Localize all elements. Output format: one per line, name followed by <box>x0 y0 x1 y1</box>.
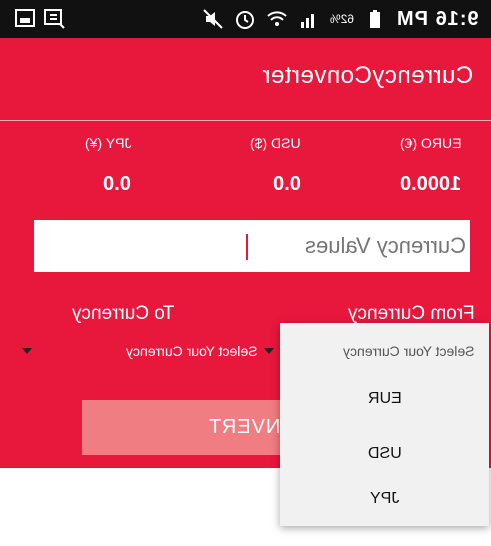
to-currency-spinner[interactable]: Select Your Currency <box>22 339 258 365</box>
alarm-icon <box>234 8 256 30</box>
to-currency-label: To Currency <box>72 303 175 324</box>
dropdown-option-jpy[interactable]: JPY <box>280 477 489 521</box>
dropdown-arrow-icon <box>22 348 32 354</box>
mute-icon <box>202 8 224 30</box>
wifi-icon <box>266 8 288 30</box>
battery-percent: 62% <box>330 12 355 26</box>
signal-icon <box>298 8 320 30</box>
usd-value: 0.0 <box>273 173 301 195</box>
currency-value-input-box[interactable] <box>34 220 470 272</box>
euro-rate: EURO (€) 1000.0 <box>341 135 461 196</box>
status-time: 9:16 PM <box>396 7 479 30</box>
option-label: EUR <box>367 390 402 407</box>
dropdown-option-usd[interactable]: USD <box>280 432 489 476</box>
dropdown-option-eur[interactable]: EUR <box>280 377 489 421</box>
from-currency-dropdown-arrow-icon[interactable] <box>264 348 274 354</box>
status-bar: 62% 9:16 PM <box>0 0 491 38</box>
jpy-rate: JPY (¥) 0.0 <box>11 135 131 196</box>
from-currency-label: From Currency <box>348 303 475 324</box>
app-bar: CurrencyConverter <box>0 38 491 120</box>
battery-icon <box>364 8 386 30</box>
from-currency-dropdown: Select Your Currency EUR USD JPY <box>280 323 489 526</box>
dropdown-header: Select Your Currency <box>343 343 475 359</box>
screenshot-icon <box>14 7 36 29</box>
to-currency-selected: Select Your Currency <box>126 343 258 359</box>
usd-rate: USD ($) 0.0 <box>181 135 301 196</box>
text-caret <box>246 234 248 260</box>
currency-value-input[interactable] <box>34 220 470 272</box>
euro-value: 1000.0 <box>399 173 461 195</box>
usd-label: USD ($) <box>250 135 301 151</box>
option-label: JPY <box>369 490 400 507</box>
option-label: USD <box>367 445 402 462</box>
app-title: CurrencyConverter <box>261 62 473 89</box>
jpy-label: JPY (¥) <box>84 135 131 151</box>
notification-icon <box>42 6 66 30</box>
euro-label: EURO (€) <box>399 135 461 151</box>
jpy-value: 0.0 <box>103 173 131 195</box>
